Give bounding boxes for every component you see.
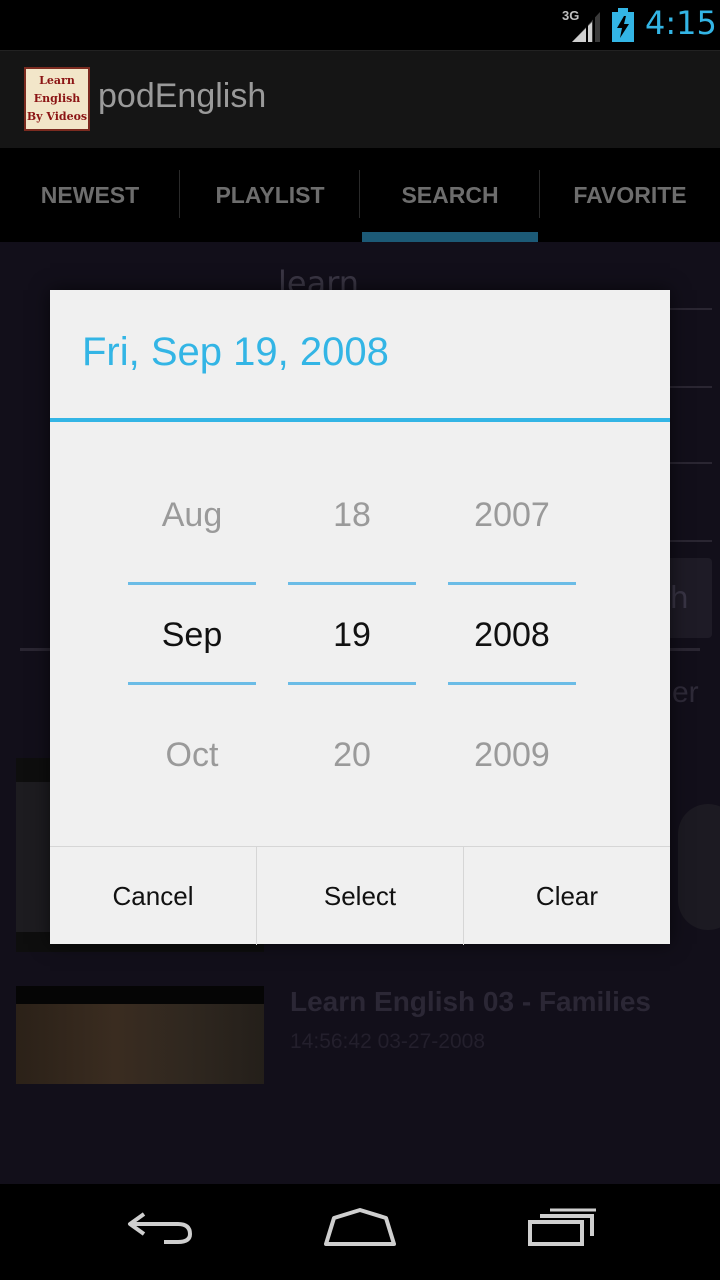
app-logo[interactable]: Learn English By Videos — [24, 67, 90, 131]
tab-newest[interactable]: NEWEST — [0, 148, 180, 242]
select-button[interactable]: Select — [257, 847, 464, 945]
year-picker[interactable]: 2007 2008 2009 — [448, 422, 576, 846]
day-current[interactable]: 19 — [288, 616, 416, 655]
year-next[interactable]: 2009 — [448, 736, 576, 775]
year-prev[interactable]: 2007 — [448, 496, 576, 535]
back-icon[interactable] — [124, 1208, 196, 1248]
tab-search[interactable]: SEARCH — [360, 148, 540, 242]
date-picker-dialog: Fri, Sep 19, 2008 Aug Sep Oct 18 19 20 2… — [50, 290, 670, 945]
video-meta: 14:56:42 03-27-2008 — [290, 1030, 485, 1053]
day-next[interactable]: 20 — [288, 736, 416, 775]
cancel-button[interactable]: Cancel — [50, 847, 257, 945]
action-bar: Learn English By Videos podEnglish — [0, 50, 720, 149]
month-current[interactable]: Sep — [128, 616, 256, 655]
navigation-bar — [0, 1184, 720, 1280]
tab-bar: NEWEST PLAYLIST SEARCH FAVORITE — [0, 148, 720, 242]
next-arrow-button[interactable] — [678, 804, 720, 930]
day-prev[interactable]: 18 — [288, 496, 416, 535]
recent-apps-icon[interactable] — [526, 1208, 598, 1248]
month-next[interactable]: Oct — [128, 736, 256, 775]
video-title[interactable]: Learn English 03 - Families — [290, 986, 651, 1018]
home-icon[interactable] — [322, 1208, 398, 1248]
battery-charging-icon — [612, 8, 634, 42]
tab-playlist[interactable]: PLAYLIST — [180, 148, 360, 242]
signal-3g-icon: 3G — [562, 8, 600, 42]
app-title: podEnglish — [98, 77, 267, 115]
status-bar: 3G 4:15 — [0, 0, 720, 50]
clear-button[interactable]: Clear — [464, 847, 670, 945]
month-prev[interactable]: Aug — [128, 496, 256, 535]
status-time: 4:15 — [645, 4, 717, 42]
dialog-button-bar: Cancel Select Clear — [50, 846, 670, 945]
video-thumbnail[interactable] — [16, 986, 264, 1084]
month-picker[interactable]: Aug Sep Oct — [128, 422, 256, 846]
svg-text:3G: 3G — [562, 8, 579, 23]
year-current[interactable]: 2008 — [448, 616, 576, 655]
day-picker[interactable]: 18 19 20 — [288, 422, 416, 846]
dialog-title: Fri, Sep 19, 2008 — [82, 330, 389, 374]
tab-favorite[interactable]: FAVORITE — [540, 148, 720, 242]
